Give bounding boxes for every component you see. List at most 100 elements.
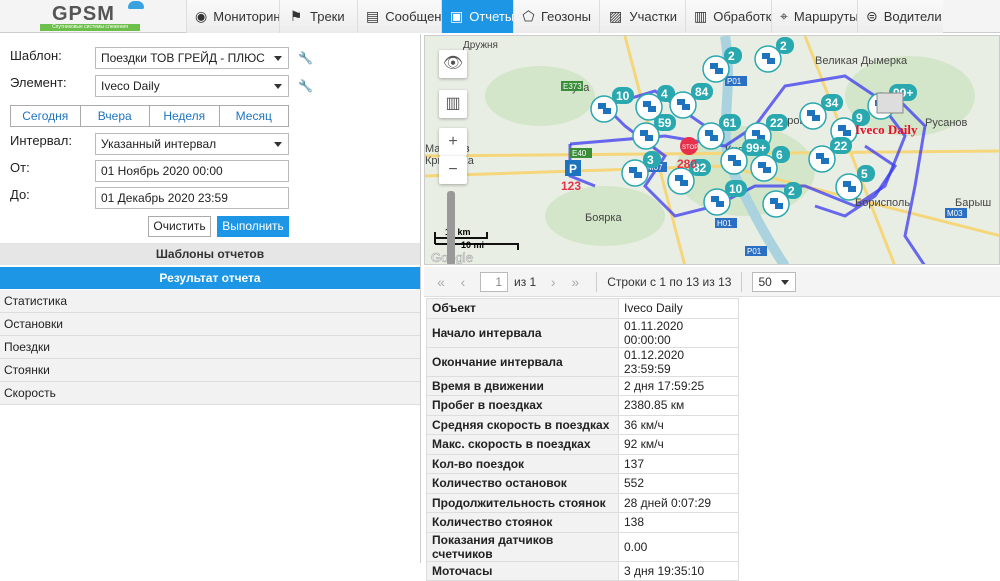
- stop-sign-text: STOP: [682, 145, 698, 151]
- tab-3[interactable]: ▣ Отчеты: [441, 0, 513, 33]
- cluster-count: 59: [658, 116, 672, 130]
- place-label: Борисполь: [855, 197, 910, 209]
- eye-icon[interactable]: 👁: [439, 50, 467, 78]
- place-label: Дружня: [463, 40, 498, 51]
- result-item[interactable]: Статистика: [0, 290, 420, 313]
- road-label: P01: [727, 77, 742, 86]
- cluster-marker[interactable]: 2: [754, 37, 794, 73]
- cluster-marker[interactable]: 22: [808, 137, 852, 173]
- map-layers-icon[interactable]: ▥: [439, 90, 467, 118]
- table-row: Показания датчиков счетчиков 0.00: [426, 531, 739, 562]
- cluster-count: 2: [788, 184, 795, 198]
- result-item[interactable]: Стоянки: [0, 359, 420, 382]
- month-button[interactable]: Месяц: [220, 106, 289, 126]
- road-shield: P01: [745, 246, 767, 256]
- grid-icon: ▥: [694, 8, 708, 24]
- execute-button[interactable]: Выполнить: [217, 216, 289, 237]
- cluster-marker[interactable]: 5: [835, 165, 875, 201]
- cluster-marker[interactable]: 59: [632, 114, 676, 150]
- table-row: Моточасы 3 дня 19:35:10: [426, 560, 739, 581]
- from-label: От:: [10, 160, 30, 175]
- result-item[interactable]: Остановки: [0, 313, 420, 336]
- stat-value: 01.11.2020 00:00:00: [618, 317, 739, 348]
- template-label: Шаблон:: [10, 48, 62, 63]
- cluster-count: 5: [861, 167, 868, 181]
- tab-6[interactable]: ▥Обработки: [685, 0, 771, 33]
- table-row: Количество остановок 552: [426, 473, 739, 494]
- stat-value: Iveco Daily: [618, 298, 739, 319]
- page-input[interactable]: 1: [480, 271, 508, 292]
- clear-button[interactable]: Очистить: [148, 216, 211, 237]
- stat-value: 01.12.2020 23:59:59: [618, 346, 739, 377]
- stat-label: Средняя скорость в поездках: [426, 414, 619, 435]
- globe-icon: ◉: [195, 8, 208, 24]
- stat-label: Количество стоянок: [426, 512, 619, 533]
- per-page-select[interactable]: 50: [752, 271, 797, 292]
- road-label: M03: [947, 209, 963, 218]
- map-canvas[interactable]: ДружняБучаВеликая ДымеркаРусановМакаровК…: [425, 36, 1000, 265]
- tab-2[interactable]: ▤Сообщения: [357, 0, 441, 33]
- result-item[interactable]: Скорость: [0, 382, 420, 405]
- cluster-count: 22: [770, 116, 784, 130]
- document-icon: ▤: [366, 8, 380, 24]
- quick-interval-group: Сегодня Вчера Неделя Месяц: [10, 105, 289, 127]
- cluster-marker[interactable]: 10: [590, 87, 634, 123]
- road-label: E40: [572, 149, 587, 158]
- green-area: [485, 66, 595, 126]
- stat-label: Кол-во поездок: [426, 453, 619, 474]
- cluster-count: 2: [780, 39, 787, 53]
- statistics-table: Объект Iveco Daily Начало интервала 01.11.2…: [426, 298, 739, 581]
- tab-8[interactable]: ⊜ Водители: [857, 0, 943, 33]
- stat-label: Время в движении: [426, 375, 619, 396]
- report-panel: Шаблон: Поездки ТОВ ГРЕЙД - ПЛЮС 🔧 Элеме…: [0, 34, 421, 563]
- cluster-count: 84: [695, 85, 709, 99]
- tab-7[interactable]: ⌖ Маршруты: [771, 0, 857, 33]
- flag-icon: ⚑: [289, 8, 303, 24]
- cluster-count: 2: [728, 49, 735, 63]
- today-button[interactable]: Сегодня: [11, 106, 81, 126]
- to-date-input[interactable]: 01 Декабрь 2020 23:59: [95, 187, 289, 209]
- stat-label: Пробег в поездках: [426, 395, 619, 416]
- stat-value: 3 дня 19:35:10: [618, 560, 739, 581]
- page-count: из 1: [514, 274, 537, 289]
- report-result-header[interactable]: Результат отчета: [0, 267, 420, 289]
- tab-5[interactable]: ▨ Участки: [599, 0, 685, 33]
- zoom-in-button[interactable]: +: [439, 128, 467, 156]
- wrench-icon[interactable]: 🔧: [298, 79, 313, 93]
- map[interactable]: ДружняБучаВеликая ДымеркаРусановМакаровК…: [424, 35, 1000, 265]
- tab-4[interactable]: ⬠ Геозоны: [513, 0, 599, 33]
- next-page-button[interactable]: ›: [542, 274, 564, 290]
- table-row: Начало интервала 01.11.2020 00:00:00: [426, 317, 739, 348]
- report-icon: ▣: [450, 8, 464, 24]
- stat-value: 2380.85 км: [618, 395, 739, 416]
- logo[interactable]: GPSM Спутниковые системы слежения: [0, 0, 186, 33]
- interval-select[interactable]: Указанный интервал: [95, 133, 289, 155]
- result-item[interactable]: Поездки: [0, 336, 420, 359]
- first-page-button[interactable]: «: [430, 274, 452, 290]
- cluster-marker[interactable]: 84: [669, 83, 713, 119]
- hatched-square-icon: ▨: [609, 8, 623, 24]
- tab-1[interactable]: ⚑ Треки: [279, 0, 357, 33]
- report-templates-header[interactable]: Шаблоны отчетов: [0, 243, 420, 265]
- table-row: Количество стоянок 138: [426, 512, 739, 533]
- yesterday-button[interactable]: Вчера: [81, 106, 150, 126]
- from-date-input[interactable]: 01 Ноябрь 2020 00:00: [95, 160, 289, 182]
- zoom-slider[interactable]: [447, 191, 455, 264]
- element-select[interactable]: Iveco Daily: [95, 75, 289, 97]
- place-label: Барыш: [955, 197, 991, 209]
- prev-page-button[interactable]: ‹: [452, 274, 474, 290]
- stat-label: Показания датчиков счетчиков: [426, 531, 619, 562]
- caret-down-icon: [274, 84, 282, 93]
- zoom-out-button[interactable]: −: [439, 156, 467, 184]
- stat-value: 137: [618, 453, 739, 474]
- tab-0[interactable]: ◉ Мониторинг: [186, 0, 279, 33]
- cluster-count: 10: [616, 89, 630, 103]
- stat-value: 92 км/ч: [618, 434, 739, 455]
- polygon-icon: ⬠: [522, 8, 535, 24]
- caret-down-icon: [274, 56, 282, 65]
- place-label: Русанов: [925, 117, 968, 129]
- template-select[interactable]: Поездки ТОВ ГРЕЙД - ПЛЮС: [95, 47, 289, 69]
- week-button[interactable]: Неделя: [150, 106, 220, 126]
- last-page-button[interactable]: »: [564, 274, 586, 290]
- wrench-icon[interactable]: 🔧: [298, 51, 313, 65]
